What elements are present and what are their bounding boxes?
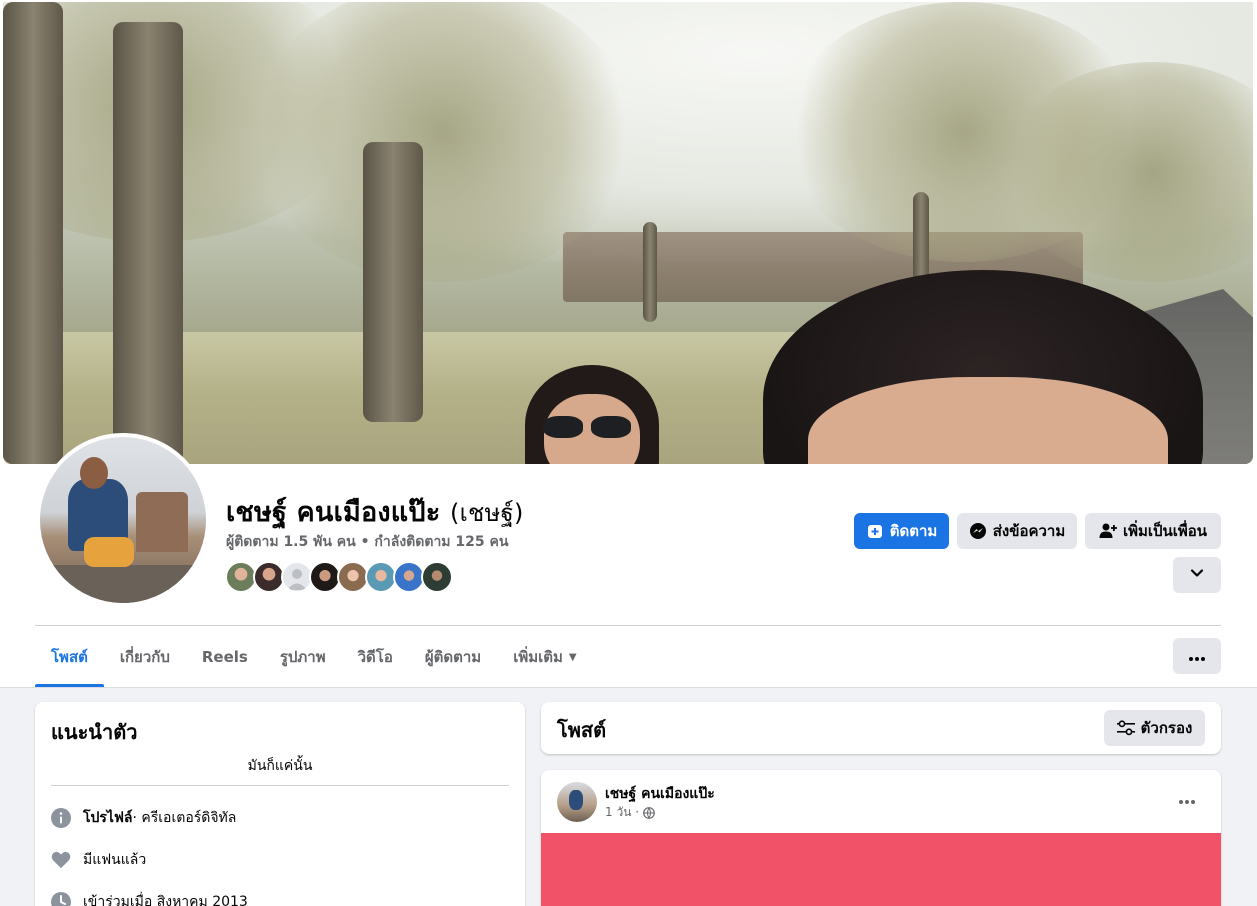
tab-about[interactable]: เกี่ยวกับ [104,627,186,687]
chevron-down-icon [1190,566,1204,584]
post-options-button[interactable] [1169,786,1205,810]
follow-label: ติดตาม [889,522,938,540]
tab-posts[interactable]: โพสต์ [35,627,104,687]
profile-tabs: โพสต์ เกี่ยวกับ Reels รูปภาพ วิดีโอ ผู้ต… [35,627,593,687]
profile-name-text: เชษฐ์ คนเมืองแป๊ะ [226,497,441,528]
friend-avatar[interactable] [421,561,453,593]
filter-button[interactable]: ตัวกรอง [1104,710,1205,746]
tab-followers[interactable]: ผู้ติดตาม [409,627,497,687]
intro-bio: มันก็แค่นั้น [247,758,313,774]
posts-header-card: โพสต์ ตัวกรอง [541,702,1221,754]
profile-avatar[interactable] [36,433,210,607]
tab-reels[interactable]: Reels [186,627,264,687]
heart-icon [51,850,71,870]
tab-photos[interactable]: รูปภาพ [264,627,342,687]
post-card: เชษฐ์ คนเมืองแป๊ะ 1 วัน · [541,770,1221,906]
cover-photo[interactable] [3,2,1253,464]
globe-icon [643,806,655,819]
ellipsis-icon [1179,789,1195,808]
header-shadow [0,687,1257,688]
tab-more[interactable]: เพิ่มเติม ▼ [497,627,592,687]
filter-icon [1116,719,1135,737]
ellipsis-icon [1189,647,1205,665]
intro-title: แนะนำตัว [51,720,138,744]
info-icon [51,808,71,828]
add-friend-icon [1099,522,1117,540]
add-friend-button[interactable]: เพิ่มเป็นเพื่อน [1085,513,1221,549]
profile-alt-name: (เชษฐ์) [450,499,524,527]
profile-name: เชษฐ์ คนเมืองแป๊ะ (เชษฐ์) [226,490,524,533]
intro-joined: เข้าร่วมเมื่อ สิงหาคม 2013 [51,890,248,906]
follow-button[interactable]: ติดตาม [854,513,949,549]
filter-label: ตัวกรอง [1140,719,1193,737]
follow-icon [866,522,884,540]
post-media[interactable] [541,833,1221,906]
intro-profile-label: โปรไฟล์ [83,810,133,826]
message-label: ส่งข้อความ [992,522,1066,540]
messenger-icon [969,522,987,540]
profile-page: เชษฐ์ คนเมืองแป๊ะ (เชษฐ์) ผู้ติดตาม 1.5 … [0,0,1257,906]
profile-header: เชษฐ์ คนเมืองแป๊ะ (เชษฐ์) ผู้ติดตาม 1.5 … [0,0,1257,687]
add-friend-label: เพิ่มเป็นเพื่อน [1122,522,1208,540]
posts-title: โพสต์ [557,718,607,742]
post-time[interactable]: 1 วัน · [605,803,639,822]
clock-icon [51,892,71,906]
intro-profile-category: โปรไฟล์ · ครีเอเตอร์ดิจิทัล [51,806,236,830]
post-author-avatar[interactable] [557,782,597,822]
intro-relationship: มีแฟนแล้ว [51,848,146,872]
intro-joined-text: เข้าร่วมเมื่อ สิงหาคม 2013 [83,894,248,906]
intro-card: แนะนำตัว มันก็แค่นั้น โปรไฟล์ · ครีเอเตอ… [35,702,525,906]
caret-down-icon: ▼ [568,651,577,663]
intro-profile-value: · ครีเอเตอร์ดิจิทัล [132,810,237,826]
post-meta: 1 วัน · [605,803,655,822]
more-options-button[interactable] [1173,638,1221,674]
message-button[interactable]: ส่งข้อความ [957,513,1077,549]
mutual-friends-row[interactable] [225,561,453,593]
post-author-name[interactable]: เชษฐ์ คนเมืองแป๊ะ [605,783,715,805]
header-divider [35,625,1221,626]
intro-relationship-text: มีแฟนแล้ว [83,852,147,868]
intro-divider [51,785,509,786]
tab-more-label: เพิ่มเติม [513,648,563,666]
tab-videos[interactable]: วิดีโอ [342,627,409,687]
follower-stats[interactable]: ผู้ติดตาม 1.5 พัน คน • กำลังติดตาม 125 ค… [226,531,508,553]
expand-button[interactable] [1173,557,1221,593]
